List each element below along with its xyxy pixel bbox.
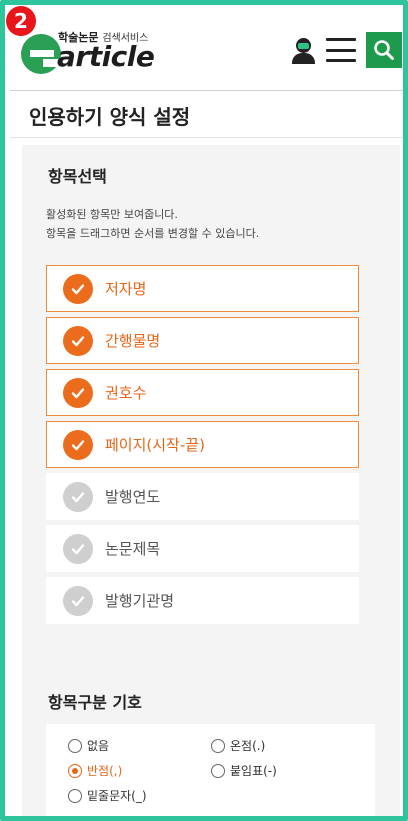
- item-label: 논문제목: [105, 540, 161, 558]
- radio-label: 온점(.): [230, 739, 266, 753]
- item-label: 간행물명: [105, 332, 161, 350]
- list-item[interactable]: 간행물명: [46, 317, 359, 364]
- item-label: 발행기관명: [105, 592, 175, 610]
- item-label: 페이지(시작-끝): [105, 436, 205, 454]
- step-badge: 2: [6, 6, 36, 36]
- separator-options: 없음 온점(.) 반점(,) 붙임표(-) 밑줄문자(_): [46, 724, 375, 816]
- radio-button[interactable]: [68, 788, 82, 803]
- radio-label: 없음: [87, 739, 110, 753]
- radio-label: 붙임표(-): [230, 764, 277, 778]
- list-item[interactable]: 페이지(시작-끝): [46, 421, 359, 468]
- radio-button[interactable]: [211, 738, 225, 753]
- list-item[interactable]: 권호수: [46, 369, 359, 416]
- radio-underscore[interactable]: 밑줄문자(_): [68, 787, 147, 804]
- list-item[interactable]: 발행연도: [46, 473, 359, 520]
- list-item[interactable]: 저자명: [46, 265, 359, 312]
- check-icon[interactable]: [63, 377, 93, 408]
- check-icon[interactable]: [63, 533, 93, 564]
- header-actions: [290, 32, 402, 68]
- menu-icon-bar: [326, 48, 356, 52]
- user-icon-face: [298, 43, 309, 49]
- earticle-logo[interactable]: 학술논문 검색서비스 article: [15, 26, 175, 76]
- user-icon-body: [292, 53, 315, 64]
- radio-period[interactable]: 온점(.): [211, 737, 265, 754]
- logo-wordmark: article: [57, 40, 155, 73]
- list-item[interactable]: 발행기관명: [46, 577, 359, 624]
- symbol-section-title: 항목구분 기호: [48, 693, 142, 712]
- items-section-title: 항목선택: [48, 167, 107, 186]
- item-label: 발행연도: [105, 488, 161, 506]
- check-icon[interactable]: [63, 273, 93, 304]
- header: 학술논문 검색서비스 article: [10, 10, 403, 90]
- settings-panel: 항목선택 활성화된 항목만 보여줍니다. 항목을 드래그하면 순서를 변경할 수…: [22, 145, 400, 816]
- search-button[interactable]: [366, 32, 402, 68]
- radio-button[interactable]: [68, 763, 82, 778]
- radio-hyphen[interactable]: 붙임표(-): [211, 762, 277, 779]
- page-title: 인용하기 양식 설정: [29, 105, 191, 129]
- check-icon[interactable]: [63, 481, 93, 512]
- radio-label: 밑줄문자(_): [87, 789, 147, 803]
- item-list: 저자명간행물명권호수페이지(시작-끝) 발행연도논문제목발행기관명: [46, 265, 359, 629]
- check-icon[interactable]: [63, 325, 93, 356]
- radio-comma[interactable]: 반점(,): [68, 762, 122, 779]
- logo-e-mark: [21, 34, 61, 74]
- user-icon[interactable]: [290, 36, 316, 64]
- radio-button[interactable]: [211, 763, 225, 778]
- menu-icon[interactable]: [326, 38, 356, 62]
- check-icon[interactable]: [63, 585, 93, 616]
- description-line: 활성화된 항목만 보여줍니다.: [46, 208, 178, 221]
- item-label: 저자명: [105, 280, 147, 298]
- title-divider: [10, 137, 403, 138]
- radio-button[interactable]: [68, 738, 82, 753]
- app-frame: 2 학술논문 검색서비스 article 인용하기 양식 설정 항목선택 활성화…: [0, 0, 408, 821]
- radio-none[interactable]: 없음: [68, 737, 109, 754]
- search-icon: [374, 40, 394, 60]
- menu-icon-bar: [326, 38, 356, 41]
- list-item[interactable]: 논문제목: [46, 525, 359, 572]
- header-divider: [10, 90, 403, 91]
- items-section-description: 활성화된 항목만 보여줍니다. 항목을 드래그하면 순서를 변경할 수 있습니다…: [46, 205, 259, 243]
- description-line: 항목을 드래그하면 순서를 변경할 수 있습니다.: [46, 227, 260, 240]
- check-icon[interactable]: [63, 429, 93, 460]
- item-label: 권호수: [105, 384, 147, 402]
- menu-icon-bar: [326, 59, 356, 62]
- radio-label: 반점(,): [87, 764, 123, 778]
